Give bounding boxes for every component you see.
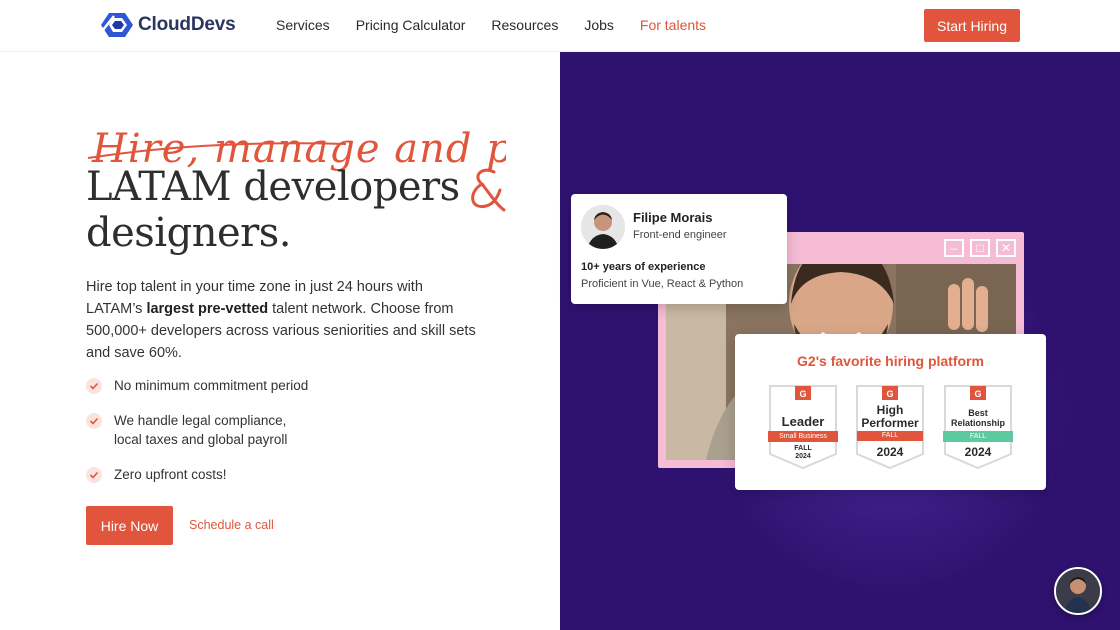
badge-season: FALL — [794, 445, 812, 452]
start-hiring-button[interactable]: Start Hiring — [924, 9, 1020, 42]
benefits-list: No minimum commitment period We handle l… — [86, 376, 308, 500]
brand-name: CloudDevs — [138, 14, 236, 35]
nav-links: Services Pricing Calculator Resources Jo… — [276, 17, 706, 33]
badge-ribbon: FALL — [881, 432, 899, 439]
headline-line-2: designers. — [86, 210, 291, 256]
hire-now-button[interactable]: Hire Now — [86, 506, 173, 545]
headline: LATAM developers designers. — [86, 164, 460, 256]
badge-title: Best Relationship — [950, 408, 1005, 428]
check-icon — [86, 378, 102, 394]
g2-card-title: G2's favorite hiring platform — [797, 353, 984, 369]
nav-link-services[interactable]: Services — [276, 17, 330, 33]
g2-awards-card: G2's favorite hiring platform G Leader S… — [735, 334, 1046, 490]
benefit-item: We handle legal compliance, local taxes … — [86, 411, 308, 449]
developer-skills: Proficient in Vue, React & Python — [581, 278, 744, 290]
nav-link-resources[interactable]: Resources — [491, 17, 558, 33]
close-icon: ✕ — [996, 239, 1016, 257]
badge-year: 2024 — [795, 453, 811, 460]
nav-link-for-talents[interactable]: For talents — [640, 17, 706, 33]
developer-name: Filipe Morais — [633, 210, 713, 225]
g2-badge-high-performer: G High Performer FALL 2024 — [855, 384, 925, 470]
developer-profile-card[interactable]: Filipe Morais Front-end engineer 10+ yea… — [571, 194, 787, 304]
nav-link-jobs[interactable]: Jobs — [584, 17, 614, 33]
maximize-icon: □ — [970, 239, 990, 257]
check-icon — [86, 413, 102, 429]
benefit-text: Zero upfront costs! — [114, 467, 227, 482]
desc-bold: largest pre-vetted — [146, 301, 269, 317]
svg-text:G: G — [886, 389, 893, 399]
badge-year: 2024 — [964, 445, 992, 459]
top-navigation: CloudDevs Services Pricing Calculator Re… — [0, 0, 1120, 52]
developer-role: Front-end engineer — [633, 229, 727, 241]
benefit-text: We handle legal compliance, local taxes … — [114, 413, 288, 447]
svg-text:G: G — [799, 389, 806, 399]
benefit-item: Zero upfront costs! — [86, 465, 308, 484]
hero-description: Hire top talent in your time zone in jus… — [86, 276, 476, 364]
chat-support-avatar[interactable] — [1054, 567, 1102, 615]
headline-line-1: LATAM developers — [86, 164, 460, 210]
developer-experience: 10+ years of experience — [581, 261, 706, 273]
brand-logo[interactable]: CloudDevs — [100, 10, 236, 40]
badge-ribbon: Small Business — [779, 433, 827, 440]
benefit-item: No minimum commitment period — [86, 376, 308, 395]
badge-year: 2024 — [876, 445, 904, 459]
g2-badge-best-relationship: G Best Relationship FALL 2024 — [941, 384, 1015, 470]
check-icon — [86, 467, 102, 483]
logo-icon — [101, 13, 133, 37]
minimize-icon: – — [944, 239, 964, 257]
nav-link-pricing-calculator[interactable]: Pricing Calculator — [356, 17, 466, 33]
badge-title: Leader — [781, 414, 825, 429]
badge-title: High Performer — [861, 403, 919, 430]
benefit-text: No minimum commitment period — [114, 378, 309, 393]
badge-ribbon: FALL — [969, 433, 987, 440]
g2-badge-leader: G Leader Small Business FALL 2024 — [766, 384, 840, 470]
schedule-call-link[interactable]: Schedule a call — [189, 518, 274, 532]
developer-avatar — [581, 205, 625, 249]
svg-text:G: G — [974, 389, 981, 399]
ampersand-icon — [471, 168, 506, 212]
